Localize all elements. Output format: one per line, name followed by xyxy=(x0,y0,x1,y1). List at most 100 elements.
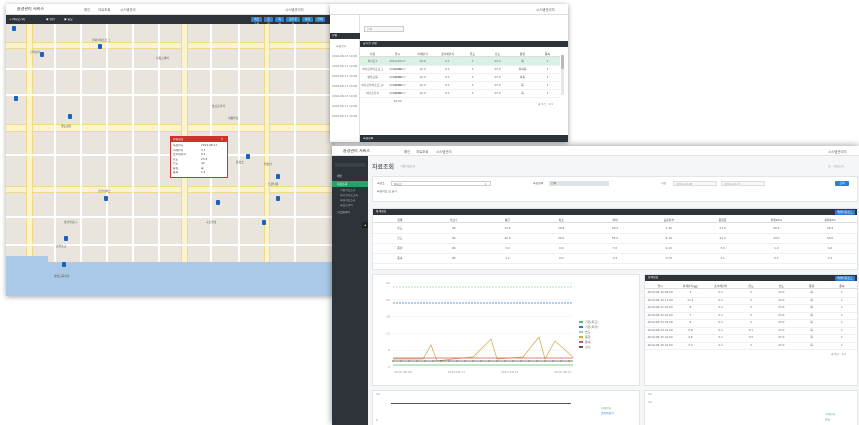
station-marker-icon[interactable] xyxy=(262,220,266,225)
menu-item[interactable]: 시스템관리 xyxy=(436,150,452,154)
value-display-checkbox[interactable]: 측정자료 값 표시 xyxy=(377,190,397,193)
scrollbar[interactable] xyxy=(561,55,564,95)
table-cell: 1 xyxy=(840,342,843,347)
series-point xyxy=(520,360,522,362)
table-cell: 29.5 xyxy=(611,226,619,230)
sidebar-search[interactable] xyxy=(335,163,365,167)
panel-title: 공기질 현황 xyxy=(363,42,377,46)
station-info-popup: 관측정보 ✕ 측정일시 2019-08-17 미세먼지 3.7 초미세먼지 0.… xyxy=(170,136,228,178)
table-cell: 96 xyxy=(451,226,456,230)
item-select[interactable]: 전체 xyxy=(549,181,609,186)
menu-item[interactable]: 자료조회 xyxy=(98,8,110,12)
station-marker-icon[interactable] xyxy=(276,196,280,201)
x-tick-label: 2019-08-17 xyxy=(554,370,572,374)
list-item[interactable]: 2019-08-17 10:00 xyxy=(332,95,357,98)
table-cell: 2019-08-14 10:00 xyxy=(647,327,673,332)
table-body: 온도 96 23.8 19.8 29.5 2.40 23.6 20.9 26.9 습도 96 42.0… xyxy=(373,223,857,267)
search-input[interactable]: 검색 xyxy=(364,26,404,32)
table-cell: 30.0 xyxy=(558,236,565,240)
sidebar-subitem[interactable]: 대기질자료조회 xyxy=(340,194,358,197)
sidebar-item-active[interactable]: 자료조회 xyxy=(332,181,368,187)
menu-item[interactable]: 시스템관리 xyxy=(120,8,136,12)
station-marker-icon[interactable] xyxy=(12,26,16,31)
station-marker-icon[interactable] xyxy=(216,200,220,205)
station-marker-icon[interactable] xyxy=(246,154,250,159)
list-item[interactable]: 2019-08-17 10:00 xyxy=(332,75,357,78)
close-icon[interactable]: ✕ xyxy=(221,138,223,141)
table-cell: 0.1 xyxy=(718,290,723,294)
list-item[interactable]: 2019-08-17 10:00 xyxy=(332,55,357,58)
toolbar-button[interactable]: 측정기 xyxy=(302,17,313,26)
date-from-input[interactable]: 2019-08-08 xyxy=(673,181,717,186)
table-row[interactable]: 하나로기지 2019-08-17 10:00 10.0 0.1 3 23.0 북 1 xyxy=(360,89,560,103)
sidebar-item[interactable]: 시스템관리 xyxy=(337,211,350,214)
toolbar-button[interactable]: 공간정보 xyxy=(286,17,300,26)
table-cell: 3 xyxy=(750,290,752,294)
search-button[interactable]: 조회 xyxy=(835,181,849,186)
table-cell: 42.0 xyxy=(504,236,511,240)
layer-toggle[interactable]: + 하나로기지 xyxy=(9,18,25,21)
y-tick-label: 10 xyxy=(376,393,380,396)
table-row[interactable]: 풍속 96 1.2 0.0 3.4 0.70 1.1 0.4 2.1 xyxy=(373,253,857,264)
legend-item: 기온(최고) xyxy=(585,319,598,324)
user-menu[interactable]: 시스템관리자 xyxy=(828,150,847,154)
site-select[interactable]: 하나로 ▾ xyxy=(391,181,491,186)
station-marker-icon[interactable] xyxy=(62,262,66,267)
legend-swatch xyxy=(579,326,583,328)
excel-download-button[interactable]: 엑셀다운로드 xyxy=(835,209,855,215)
toolbar-button[interactable]: 새로고침 xyxy=(251,17,262,26)
toolbar-button[interactable]: 전체 xyxy=(315,17,325,22)
list-item[interactable]: 2019-08-17 10:00 xyxy=(332,85,357,88)
sidebar-subitem[interactable]: 측정자료조회 xyxy=(340,199,355,202)
station-marker-icon[interactable] xyxy=(64,236,68,241)
station-marker-icon[interactable] xyxy=(40,52,44,57)
sidebar-subitem[interactable]: 측정소관리 xyxy=(340,204,353,207)
table-cell: 북 xyxy=(810,297,813,302)
map-toolbar: + 하나로기지 ▣ 일반 ▣ 중요 새로고침 조회 측정 공간정보 측정기 전체 xyxy=(6,15,332,26)
list-item[interactable]: 2019-08-17 10:00 xyxy=(332,105,357,108)
popup-value: 2019-08-17 xyxy=(201,144,218,147)
app-name: 환경관리 서비스 xyxy=(343,149,371,153)
station-marker-icon[interactable] xyxy=(276,174,280,179)
list-item[interactable]: 2019-08-17 10:00 xyxy=(332,65,357,68)
excel-download-button[interactable]: 엑셀다운로드 xyxy=(835,275,855,281)
list-item[interactable]: 2019-08-17 10:00 xyxy=(332,115,357,118)
sidebar-subitem[interactable]: 기상자료조회 xyxy=(340,189,355,192)
menu-item[interactable]: 자료조회 xyxy=(416,150,428,154)
user-menu[interactable]: 시스템관리자 xyxy=(536,8,555,12)
table-cell: 3.4 xyxy=(612,256,618,260)
legend-item: 온도 xyxy=(825,418,831,421)
legend-item: 습도 xyxy=(585,329,591,334)
table-cell: 3 xyxy=(750,297,752,302)
menu-item[interactable]: 확인 xyxy=(84,8,90,12)
legend-item: 미세먼지 xyxy=(601,407,612,410)
y-tick-label: 6 xyxy=(388,348,390,352)
table-row[interactable]: 2019-08-16 10:00 3.4 0.1 3 23.0 북 1 xyxy=(645,342,857,350)
sidebar-item[interactable]: 메인 xyxy=(337,173,368,179)
station-marker-icon[interactable] xyxy=(98,44,102,49)
popup-value: 3.7 xyxy=(201,148,206,152)
table-cell: 96 xyxy=(451,246,456,250)
table-cell: 2.10 xyxy=(665,246,672,250)
station-marker-icon[interactable] xyxy=(104,196,108,201)
toolbar-button[interactable]: 조회 xyxy=(264,17,273,26)
layer-toggle[interactable]: ▣ 일반 xyxy=(46,18,55,21)
layer-toggle[interactable]: ▣ 중요 xyxy=(64,18,73,21)
y-tick-label: 10 xyxy=(648,401,652,404)
station-marker-icon[interactable] xyxy=(14,96,18,101)
table-cell: 2019-08-16 10:00 xyxy=(647,342,673,347)
table-cell: 0.0 xyxy=(558,246,564,250)
series-point xyxy=(464,360,466,362)
list-subtitle: 측정일시 xyxy=(336,45,347,48)
table-cell: 북 xyxy=(521,91,524,95)
menu-item[interactable]: 확인 xyxy=(404,150,410,154)
popup-title: 관측정보 xyxy=(173,138,184,141)
table-cell: 11.2 xyxy=(687,297,694,302)
map-canvas[interactable]: 한화라이프로그 신라상가 남동스퀘어 호남프라자 명도성당 세종빌딩 용호초 원… xyxy=(6,24,332,296)
station-marker-icon[interactable] xyxy=(68,114,72,119)
table-cell: 23.0 xyxy=(494,75,501,79)
user-menu[interactable]: 시스템관리자 xyxy=(285,8,304,12)
date-to-input[interactable]: 2019-08-17 xyxy=(721,181,765,186)
toolbar-button[interactable]: 측정 xyxy=(275,17,284,26)
table-cell: 34.0 xyxy=(773,236,780,240)
